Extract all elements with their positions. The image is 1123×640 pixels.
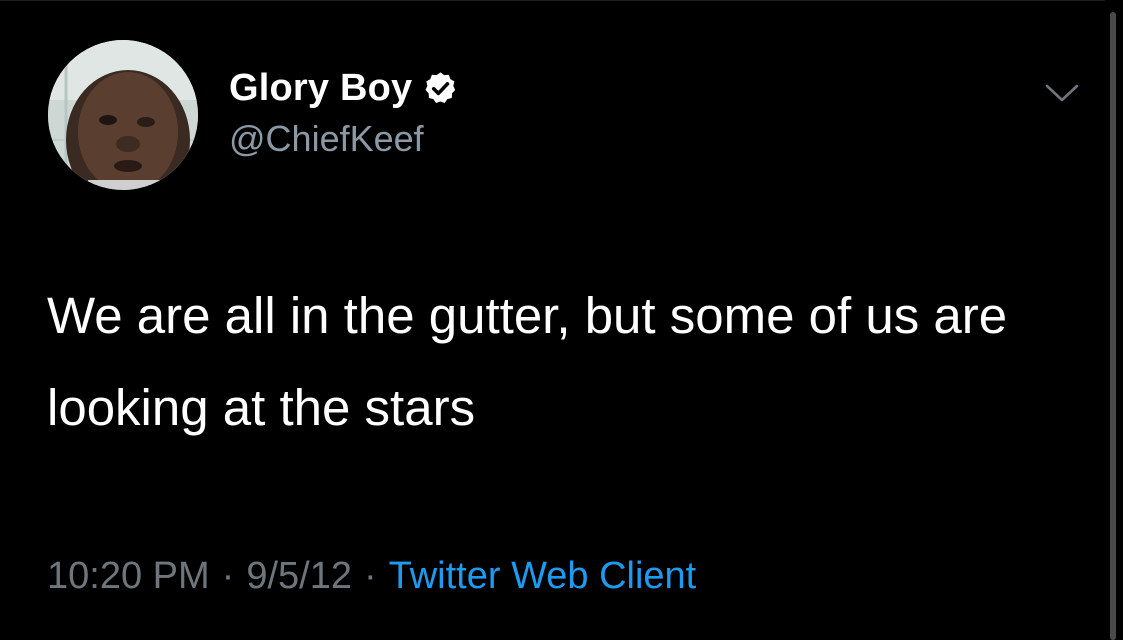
tweet-card: Glory Boy @ChiefKeef We are all in the g… xyxy=(0,0,1100,640)
tweet-metadata: 10:20 PM · 9/5/12 · Twitter Web Client xyxy=(47,555,696,598)
author-handle[interactable]: @ChiefKeef xyxy=(229,118,424,160)
author-display-name[interactable]: Glory Boy xyxy=(229,67,412,110)
chevron-down-icon[interactable] xyxy=(1044,82,1080,104)
author-avatar[interactable] xyxy=(48,40,198,190)
author-name-row: Glory Boy xyxy=(229,64,459,112)
scrollbar-thumb[interactable] xyxy=(1110,12,1116,640)
meta-separator: · xyxy=(363,555,377,597)
tweet-date[interactable]: 9/5/12 xyxy=(246,555,352,598)
scrollbar-track[interactable] xyxy=(1105,0,1123,640)
avatar-photo-icon xyxy=(48,40,198,190)
tweet-text: We are all in the gutter, but some of us… xyxy=(47,287,1008,436)
meta-separator: · xyxy=(221,555,235,597)
tweet-client-link[interactable]: Twitter Web Client xyxy=(389,555,697,598)
verified-badge-icon xyxy=(425,71,456,103)
tweet-time[interactable]: 10:20 PM xyxy=(47,555,210,598)
